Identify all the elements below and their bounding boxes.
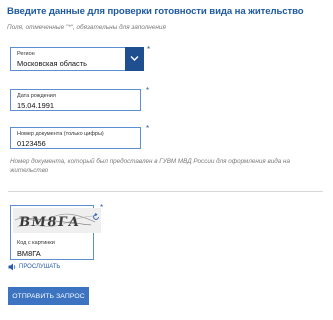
captcha-field[interactable]: ВМ8ГА Код с картинки ВМ8ГА: [10, 205, 101, 260]
document-number-label: Номер документа (только цифры): [17, 131, 104, 137]
required-fields-note: Поля, отмеченные "*", обязательны для за…: [7, 24, 166, 31]
birth-date-value: 15.04.1991: [17, 101, 54, 110]
refresh-captcha-icon[interactable]: [92, 208, 100, 226]
captcha-value: ВМ8ГА: [17, 249, 41, 258]
captcha-image: ВМ8ГА: [13, 208, 101, 233]
speaker-icon: [8, 263, 16, 271]
captcha-text: ВМ8ГА: [18, 215, 82, 230]
document-number-hint: Номер документа, который был предоставле…: [10, 158, 290, 174]
document-number-field[interactable]: Номер документа (только цифры) 0123456: [10, 127, 141, 149]
submit-button[interactable]: ОТПРАВИТЬ ЗАПРОС: [8, 287, 89, 305]
birth-date-label: Дата рождения: [17, 93, 56, 99]
region-label: Регион: [17, 51, 35, 57]
listen-captcha-link[interactable]: ПРОСЛУШАТЬ: [8, 263, 60, 271]
divider: [8, 191, 323, 192]
region-value: Московская область: [17, 59, 87, 68]
captcha-label: Код с картинки: [17, 240, 55, 246]
required-asterisk: *: [146, 124, 150, 133]
listen-label: ПРОСЛУШАТЬ: [19, 264, 61, 270]
document-number-value: 0123456: [17, 139, 46, 148]
birth-date-field[interactable]: Дата рождения 15.04.1991: [10, 89, 141, 111]
dropdown-toggle[interactable]: [125, 47, 144, 71]
region-select[interactable]: Регион Московская область: [10, 47, 144, 71]
required-asterisk: *: [100, 203, 104, 212]
required-asterisk: *: [147, 45, 151, 54]
chevron-down-icon: [130, 56, 139, 61]
required-asterisk: *: [146, 86, 150, 95]
page-title: Введите данные для проверки готовности в…: [7, 6, 304, 17]
